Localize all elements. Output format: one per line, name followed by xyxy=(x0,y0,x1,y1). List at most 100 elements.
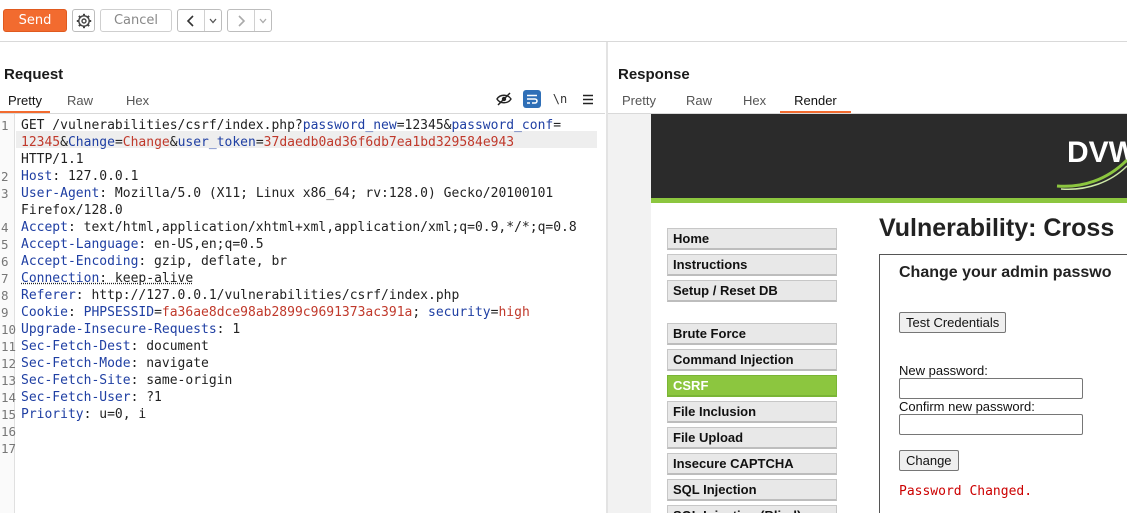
code-line: Accept-Language: en-US,en;q=0.5 xyxy=(21,236,264,253)
wrap-text-button[interactable] xyxy=(523,90,541,108)
code-text: & xyxy=(60,135,68,150)
eye-slash-icon xyxy=(496,92,512,106)
header-name: Connection xyxy=(21,271,99,286)
menu-item-file-inclusion[interactable]: File Inclusion xyxy=(667,401,837,423)
forward-button[interactable] xyxy=(228,10,255,31)
code-text: = xyxy=(256,135,264,150)
send-button[interactable]: Send xyxy=(3,9,67,32)
header-name: Accept-Language xyxy=(21,237,138,252)
code-line: User-Agent: Mozilla/5.0 (X11; Linux x86_… xyxy=(21,185,553,202)
tab-pretty[interactable]: Pretty xyxy=(610,90,668,111)
code-line: Priority: u=0, i xyxy=(21,406,146,423)
tab-raw[interactable]: Raw xyxy=(50,90,112,111)
page-title: Vulnerability: Cross xyxy=(879,214,1114,243)
new-password-field[interactable] xyxy=(899,378,1083,399)
header-name: Cookie xyxy=(21,305,68,320)
line-number: 15 xyxy=(0,406,14,423)
code-text: & xyxy=(170,135,178,150)
code-line: Referer: http://127.0.0.1/vulnerabilitie… xyxy=(21,287,459,304)
hide-icon-button[interactable] xyxy=(490,90,518,108)
code-text: = xyxy=(553,118,561,133)
back-history-dropdown[interactable] xyxy=(205,10,221,31)
change-button[interactable]: Change xyxy=(899,450,959,471)
form-heading: Change your admin passwo xyxy=(899,264,1111,282)
menu-item-sql-injection[interactable]: SQL Injection xyxy=(667,479,837,501)
line-number: 4 xyxy=(0,219,14,236)
confirm-password-field[interactable] xyxy=(899,414,1083,435)
code-line: Upgrade-Insecure-Requests: 1 xyxy=(21,321,240,338)
tab-raw[interactable]: Raw xyxy=(668,90,727,111)
menu-item-command-injection[interactable]: Command Injection xyxy=(667,349,837,371)
param-name: user_token xyxy=(178,135,256,150)
line-number: 11 xyxy=(0,338,14,355)
code-line: 12345&Change=Change&user_token=37daedb0a… xyxy=(21,134,514,151)
line-number: 12 xyxy=(0,355,14,372)
line-number: 14 xyxy=(0,389,14,406)
code-line: Cookie: PHPSESSID=fa36ae8dce98ab2899c969… xyxy=(21,304,530,321)
code-line: Sec-Fetch-Site: same-origin xyxy=(21,372,232,389)
code-line: HTTP/1.1 xyxy=(21,151,84,168)
cancel-button[interactable]: Cancel xyxy=(100,9,172,32)
param-name: Change xyxy=(68,135,115,150)
response-title: Response xyxy=(618,66,690,83)
line-number: 13 xyxy=(0,372,14,389)
code-line: Connection: keep-alive xyxy=(21,270,193,287)
tab-hex[interactable]: Hex xyxy=(112,90,163,111)
line-number: 2 xyxy=(0,168,14,185)
request-view-options: \n xyxy=(490,90,602,108)
newline-icon[interactable]: \n xyxy=(546,90,574,108)
cookie-value: high xyxy=(498,305,529,320)
request-title: Request xyxy=(4,66,63,83)
request-editor[interactable]: 1 2 3 4 5 6 7 8 9 10 11 12 13 14 15 16 1… xyxy=(0,113,605,513)
new-password-label: New password: xyxy=(899,363,988,378)
confirm-password-label: Confirm new password: xyxy=(899,399,1035,414)
line-number: 8 xyxy=(0,287,14,304)
header-value: : u=0, i xyxy=(84,407,147,422)
code-text: = xyxy=(115,135,123,150)
header-value: : keep-alive xyxy=(99,271,193,286)
code-text: GET /vulnerabilities/csrf/index.php? xyxy=(21,118,303,133)
menu-item-sql-injection-blind[interactable]: SQL Injection (Blind) xyxy=(667,505,837,513)
chevron-down-icon xyxy=(209,18,217,24)
header-name: Priority xyxy=(21,407,84,422)
header-value: : gzip, deflate, br xyxy=(138,254,287,269)
line-number-gutter: 1 2 3 4 5 6 7 8 9 10 11 12 13 14 15 16 1… xyxy=(0,114,15,513)
forward-nav-group xyxy=(227,9,272,32)
header-name: Sec-Fetch-Dest xyxy=(21,339,131,354)
header-name: Upgrade-Insecure-Requests xyxy=(21,322,217,337)
menu-item-file-upload[interactable]: File Upload xyxy=(667,427,837,449)
header-value: Firefox/128.0 xyxy=(21,203,123,218)
menu-button[interactable] xyxy=(574,90,602,108)
code-line: Accept: text/html,application/xhtml+xml,… xyxy=(21,219,577,236)
forward-history-dropdown[interactable] xyxy=(255,10,271,31)
back-nav-group xyxy=(177,9,222,32)
code-line: GET /vulnerabilities/csrf/index.php?pass… xyxy=(21,117,561,134)
render-view: DVWA Home Instructions Setup / Reset DB … xyxy=(608,113,1127,513)
wrap-text-icon xyxy=(526,93,538,105)
param-value: 12345 xyxy=(21,135,60,150)
line-number: 16 xyxy=(0,423,14,440)
tab-hex[interactable]: Hex xyxy=(727,90,780,111)
menu-item-brute-force[interactable]: Brute Force xyxy=(667,323,837,345)
menu-item-home[interactable]: Home xyxy=(667,228,837,250)
menu-item-setup[interactable]: Setup / Reset DB xyxy=(667,280,837,302)
response-tabs: Pretty Raw Hex Render xyxy=(610,90,851,111)
test-credentials-button[interactable]: Test Credentials xyxy=(899,312,1006,333)
menu-item-insecure-captcha[interactable]: Insecure CAPTCHA xyxy=(667,453,837,475)
header-value: : same-origin xyxy=(131,373,233,388)
menu-item-csrf[interactable]: CSRF xyxy=(667,375,837,397)
header-name: Sec-Fetch-User xyxy=(21,390,131,405)
header-value: : http://127.0.0.1/vulnerabilities/csrf/… xyxy=(76,288,460,303)
menu-item-instructions[interactable]: Instructions xyxy=(667,254,837,276)
line-number: 9 xyxy=(0,304,14,321)
line-number: 10 xyxy=(0,321,14,338)
request-tabs: Pretty Raw Hex xyxy=(0,90,163,111)
tab-render[interactable]: Render xyxy=(780,90,851,111)
header-value: : navigate xyxy=(131,356,209,371)
line-number: 6 xyxy=(0,253,14,270)
tab-pretty[interactable]: Pretty xyxy=(0,90,50,111)
code-line: Sec-Fetch-Mode: navigate xyxy=(21,355,209,372)
back-button[interactable] xyxy=(178,10,205,31)
settings-button[interactable] xyxy=(72,9,95,32)
line-number: 17 xyxy=(0,440,14,457)
